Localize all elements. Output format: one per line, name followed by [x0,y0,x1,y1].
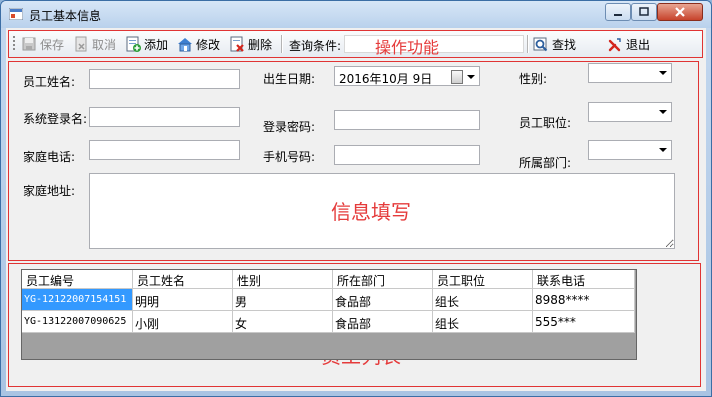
position-label: 员工职位: [519,116,572,130]
gender-label: 性别: [519,72,548,86]
chevron-down-icon [659,71,667,75]
save-label: 保存 [40,37,65,52]
employee-grid[interactable]: 员工编号 员工姓名 性别 所在部门 员工职位 联系电话 YG-121220071… [21,269,637,360]
table-cell[interactable]: 8988**** [533,289,635,311]
column-header[interactable]: 所在部门 [333,270,433,289]
home-phone-label: 家庭电话: [23,150,76,164]
name-label: 员工姓名: [23,75,76,89]
login-name-input[interactable] [89,107,240,127]
table-cell[interactable]: 组长 [433,311,533,333]
table-cell[interactable]: YG-12122007154151 [22,289,133,311]
add-button[interactable]: 添加 [125,35,168,53]
close-button[interactable] [657,3,703,21]
edit-label: 修改 [196,37,221,52]
department-label: 所属部门: [519,156,572,170]
exit-button[interactable]: 退出 [607,35,650,53]
login-name-label: 系统登录名: [23,112,88,126]
column-header[interactable]: 员工编号 [22,270,133,289]
birth-date-picker[interactable]: 2016年10月 9日 [334,66,480,86]
mobile-label: 手机号码: [263,150,316,164]
birth-date-value: 2016年10月 9日 [339,72,433,86]
home-edit-icon [178,38,192,52]
minimize-button[interactable] [605,3,631,21]
table-cell[interactable]: 食品部 [333,311,433,333]
delete-document-icon [230,36,244,52]
form-annotation: 信息填写 [331,200,411,224]
toolbar-separator [281,35,283,53]
home-phone-input[interactable] [89,140,240,160]
window-title: 员工基本信息 [29,9,102,23]
cancel-button[interactable]: 取消 [73,35,116,53]
close-icon [675,7,685,17]
toolbar-annotation: 操作功能 [375,38,440,57]
app-icon [9,8,23,20]
password-label: 登录密码: [263,120,316,134]
toolbar: 保存 取消 添加 修改 删除 查询条件: 查找 退出 操作功能 [8,30,703,58]
exit-icon [608,38,621,52]
table-cell[interactable]: 食品部 [333,289,433,311]
info-form: 员工姓名: 出生日期: 2016年10月 9日 性别: 系统登录名: 登录密码:… [8,61,699,261]
table-cell[interactable]: 女 [233,311,333,333]
gender-select[interactable] [588,63,672,83]
add-document-icon [126,36,141,52]
search-label: 查找 [552,37,577,52]
name-input[interactable] [89,69,240,89]
address-label: 家庭地址: [23,184,76,198]
main-window: 员工基本信息 保存 取消 添加 修改 删除 查询条件: 查找 退出 操作功能 员… [0,0,712,397]
column-header[interactable]: 联系电话 [533,270,635,289]
column-header[interactable]: 员工姓名 [133,270,233,289]
search-button[interactable]: 查找 [533,35,576,53]
mobile-input[interactable] [334,145,480,165]
query-label: 查询条件: [289,39,342,53]
minimize-icon [614,14,622,16]
table-cell[interactable]: 555*** [533,311,635,333]
password-input[interactable] [334,110,480,130]
table-cell[interactable]: 组长 [433,289,533,311]
title-bar[interactable]: 员工基本信息 [1,1,711,28]
exit-label: 退出 [626,37,651,52]
edit-button[interactable]: 修改 [177,35,220,53]
chevron-down-icon [659,148,667,152]
toolbar-grip[interactable] [13,36,15,52]
table-cell[interactable]: YG-13122007090625 [22,311,133,333]
column-header[interactable]: 员工职位 [433,270,533,289]
cancel-document-icon [75,36,87,52]
table-cell[interactable]: 小刚 [133,311,233,333]
table-cell[interactable]: 明明 [133,289,233,311]
maximize-icon [639,7,649,16]
client-area: 保存 取消 添加 修改 删除 查询条件: 查找 退出 操作功能 员工姓名: 出生… [6,28,706,391]
cancel-label: 取消 [92,37,117,52]
column-header[interactable]: 性别 [233,270,333,289]
table-cell[interactable]: 男 [233,289,333,311]
calendar-icon [451,70,463,84]
maximize-button[interactable] [631,3,657,21]
delete-label: 删除 [248,37,273,52]
floppy-disk-icon [22,37,36,51]
delete-button[interactable]: 删除 [229,35,272,53]
search-icon [533,37,548,52]
toolbar-separator [527,35,529,53]
chevron-down-icon [467,75,475,79]
department-select[interactable] [588,140,672,160]
chevron-down-icon [659,110,667,114]
birth-date-label: 出生日期: [263,72,316,86]
position-select[interactable] [588,102,672,122]
save-button[interactable]: 保存 [21,35,64,53]
add-label: 添加 [144,37,169,52]
